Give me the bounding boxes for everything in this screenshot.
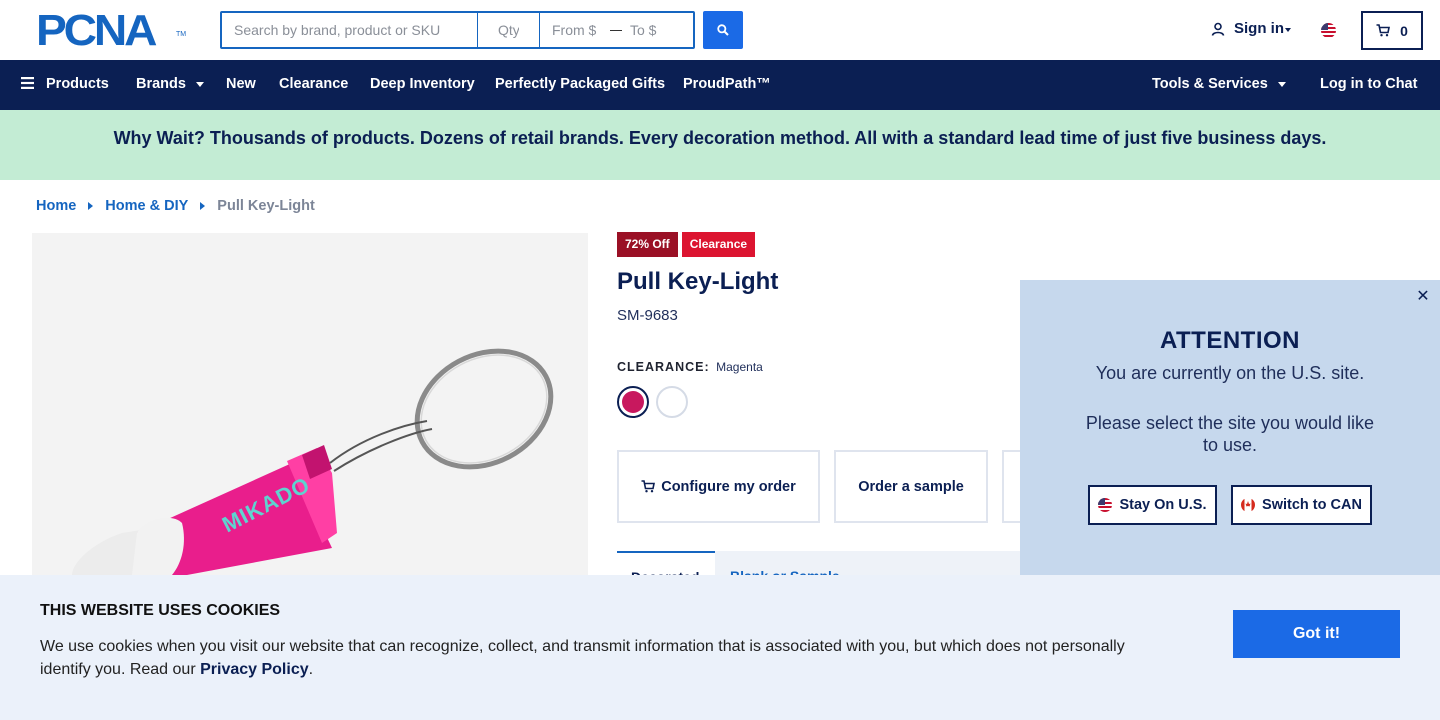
nav-brands-label: Brands xyxy=(136,76,186,92)
clearance-badge: Clearance xyxy=(681,232,756,257)
logo-text: PCNA xyxy=(36,6,157,55)
cookie-title: THIS WEBSITE USES COOKIES xyxy=(40,602,281,619)
nav-tools-label: Tools & Services xyxy=(1152,76,1268,92)
got-it-button[interactable]: Got it! xyxy=(1233,610,1400,658)
breadcrumb-category[interactable]: Home & DIY xyxy=(105,198,188,214)
sign-in-label: Sign in xyxy=(1234,20,1284,37)
privacy-policy-link[interactable]: Privacy Policy xyxy=(200,661,309,678)
search-button[interactable] xyxy=(703,11,743,49)
stay-on-us-button[interactable]: Stay On U.S. xyxy=(1088,485,1217,525)
order-tabs: Decorated Blank or Sample xyxy=(617,551,1037,584)
nav-chat[interactable]: Log in to Chat xyxy=(1320,60,1417,110)
nav-deep-inventory[interactable]: Deep Inventory xyxy=(370,60,475,110)
color-swatch-magenta[interactable] xyxy=(617,386,649,418)
color-label-text: CLEARANCE: xyxy=(617,360,710,374)
cart-button[interactable]: 0 xyxy=(1361,11,1423,50)
main-nav: Products Brands New Clearance Deep Inven… xyxy=(0,60,1440,110)
configure-order-label: Configure my order xyxy=(661,478,796,495)
cart-icon xyxy=(641,480,656,493)
tab-decorated[interactable]: Decorated xyxy=(617,551,715,575)
order-sample-label: Order a sample xyxy=(858,478,964,495)
nav-products-label: Products xyxy=(46,76,109,92)
cookie-message: We use cookies when you visit our websit… xyxy=(40,635,1150,681)
hamburger-icon xyxy=(21,77,34,89)
breadcrumb-home[interactable]: Home xyxy=(36,198,76,214)
chevron-down-icon xyxy=(1285,27,1291,32)
chevron-right-icon xyxy=(200,202,206,210)
cookie-text-end: . xyxy=(308,661,314,678)
search-icon xyxy=(717,24,729,36)
cookie-banner: THIS WEBSITE USES COOKIES We use cookies… xyxy=(0,575,1440,720)
discount-badge: 72% Off xyxy=(617,232,678,257)
site-selection-popup: ATTENTION You are currently on the U.S. … xyxy=(1020,280,1440,575)
search-input[interactable] xyxy=(222,13,478,47)
top-header: PCNA TM Sign in 0 xyxy=(0,0,1440,60)
color-value: Magenta xyxy=(716,360,763,374)
chevron-down-icon xyxy=(1277,81,1286,87)
switch-to-can-button[interactable]: Switch to CAN xyxy=(1231,485,1372,525)
qty-input[interactable] xyxy=(478,13,540,47)
popup-question: Please select the site you would like to… xyxy=(1085,413,1375,455)
breadcrumb: Home Home & DIY Pull Key-Light xyxy=(36,198,315,214)
chevron-down-icon xyxy=(195,81,204,87)
nav-new[interactable]: New xyxy=(226,60,256,110)
sign-in-link[interactable]: Sign in xyxy=(1211,20,1291,37)
logo-trademark: TM xyxy=(176,31,187,38)
cart-icon xyxy=(1376,24,1391,37)
page: PCNA TM Sign in 0 xyxy=(0,0,1440,720)
popup-title: ATTENTION xyxy=(1159,327,1301,354)
nav-brands[interactable]: Brands xyxy=(136,60,204,110)
configure-order-button[interactable]: Configure my order xyxy=(617,450,820,523)
switch-to-can-label: Switch to CAN xyxy=(1262,497,1362,513)
close-icon[interactable]: ✕ xyxy=(1415,289,1431,305)
product-sku: SM-9683 xyxy=(617,307,678,324)
nav-proudpath[interactable]: ProudPath™ xyxy=(683,60,771,110)
order-sample-button[interactable]: Order a sample xyxy=(834,450,988,523)
product-badges: 72% Off Clearance xyxy=(617,232,759,257)
nav-products[interactable]: Products xyxy=(21,60,109,110)
nav-tools-services[interactable]: Tools & Services xyxy=(1152,60,1286,110)
popup-message: You are currently on the U.S. site. xyxy=(1095,363,1365,383)
search-bar xyxy=(220,11,695,49)
canada-flag-icon xyxy=(1241,498,1256,512)
color-label: CLEARANCE: Magenta xyxy=(617,360,763,374)
user-icon xyxy=(1211,22,1225,36)
price-range xyxy=(540,13,693,47)
color-swatch-white[interactable] xyxy=(656,386,688,418)
price-from-input[interactable] xyxy=(540,13,606,47)
pcna-logo[interactable]: PCNA xyxy=(36,6,184,55)
breadcrumb-current: Pull Key-Light xyxy=(217,198,315,214)
nav-clearance[interactable]: Clearance xyxy=(279,60,348,110)
chevron-right-icon xyxy=(88,202,94,210)
product-image[interactable]: MIKADO xyxy=(32,233,588,575)
us-flag-icon[interactable] xyxy=(1321,23,1336,38)
nav-gifts[interactable]: Perfectly Packaged Gifts xyxy=(495,60,665,110)
promo-banner: Why Wait? Thousands of products. Dozens … xyxy=(0,110,1440,180)
key-light-illustration xyxy=(72,348,554,575)
stay-on-us-label: Stay On U.S. xyxy=(1119,497,1207,513)
us-flag-icon xyxy=(1098,498,1113,512)
range-dash xyxy=(610,29,622,31)
product-title: Pull Key-Light xyxy=(617,268,779,295)
promo-banner-text: Why Wait? Thousands of products. Dozens … xyxy=(113,128,1327,148)
price-to-input[interactable] xyxy=(630,13,688,47)
cart-count: 0 xyxy=(1400,22,1408,39)
